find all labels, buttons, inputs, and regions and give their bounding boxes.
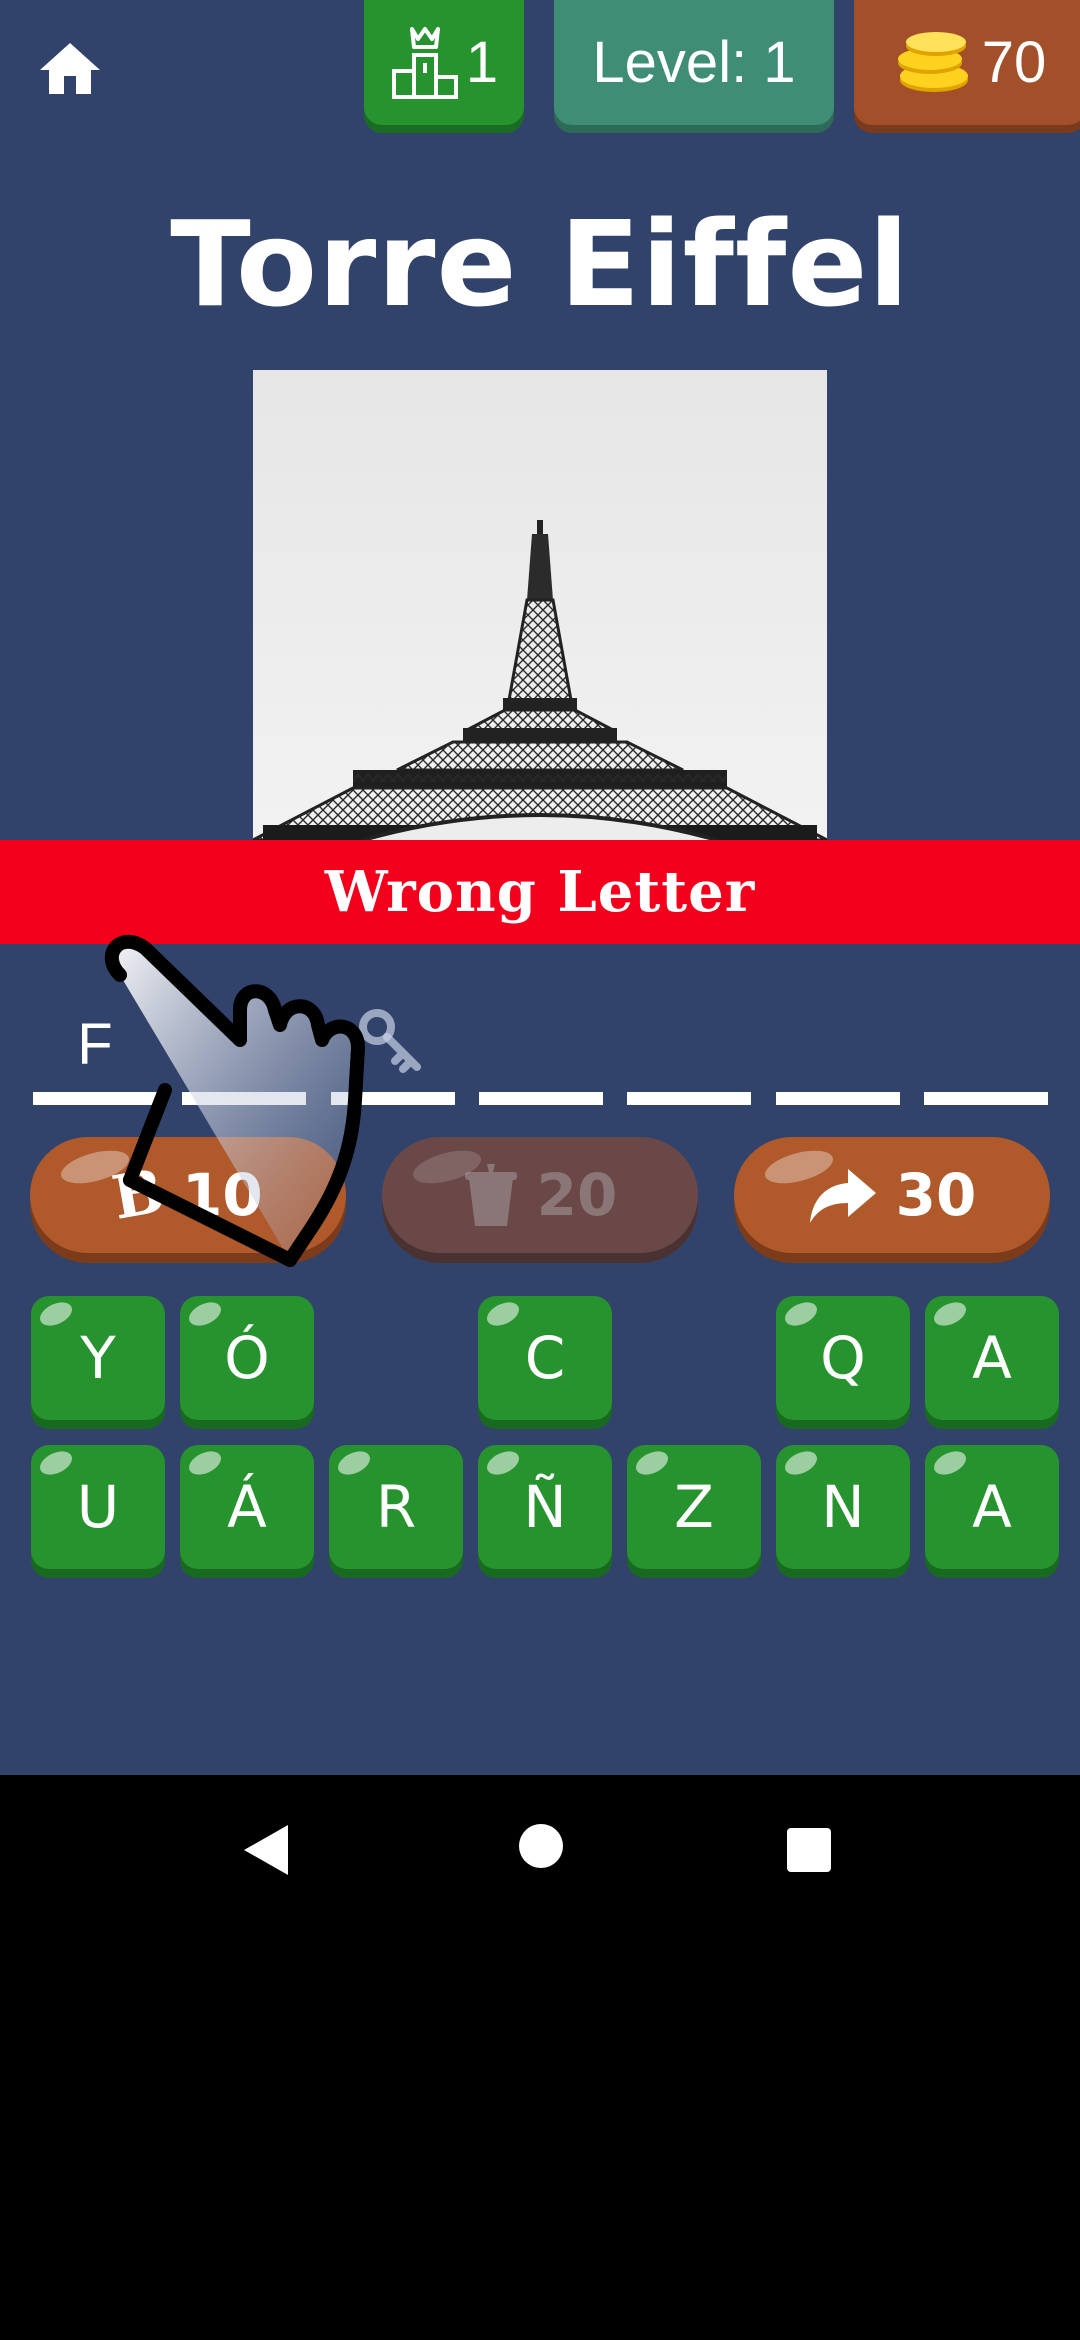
leaderboard-button[interactable]: 1 <box>364 0 524 125</box>
puzzle-title: Torre Eiffel <box>170 195 910 333</box>
letter-key-label: Y <box>80 1324 116 1392</box>
answer-slot[interactable] <box>182 985 306 1105</box>
letter-key-label: A <box>972 1473 1012 1541</box>
wrong-letter-banner: Wrong Letter <box>0 840 1080 944</box>
letter-key-label: Ñ <box>523 1473 567 1541</box>
remove-cost: 20 <box>536 1161 618 1229</box>
skip-cost: 30 <box>895 1161 977 1229</box>
game-screen: 1 Level: 1 70 Torre Eiffel Wrong Letter … <box>0 0 1080 1775</box>
home-icon <box>40 43 100 94</box>
key-hint-icon <box>359 1009 421 1073</box>
home-nav-icon[interactable] <box>518 1823 564 1869</box>
eiffel-tower-image <box>253 370 827 840</box>
letter-key[interactable]: C <box>478 1296 612 1420</box>
answer-slot[interactable] <box>924 985 1048 1105</box>
navigation-bar <box>0 1775 1080 1920</box>
skip-powerup-button[interactable]: 30 <box>734 1137 1050 1253</box>
letter-key-label: Q <box>820 1324 866 1392</box>
coins-value: 70 <box>981 30 1047 95</box>
answer-slot[interactable] <box>776 985 900 1105</box>
letter-key-label: C <box>524 1324 566 1392</box>
letter-key-label: R <box>375 1473 417 1541</box>
bomb-powerup-button[interactable]: B 10 <box>30 1137 346 1253</box>
home-button[interactable] <box>34 34 106 106</box>
rank-value: 1 <box>465 30 499 95</box>
letter-key-label: U <box>76 1473 120 1541</box>
coins-icon <box>897 31 968 92</box>
letter-key[interactable]: Á <box>180 1445 314 1569</box>
level-label: Level: 1 <box>592 30 796 95</box>
letter-key[interactable]: R <box>329 1445 463 1569</box>
letter-key[interactable]: Ñ <box>478 1445 612 1569</box>
letter-key[interactable]: Ó <box>180 1296 314 1420</box>
letter-key-label: Ó <box>224 1324 270 1392</box>
letter-key[interactable]: Z <box>627 1445 761 1569</box>
letter-key[interactable]: A <box>925 1296 1059 1420</box>
bomb-icon: B <box>107 1156 170 1234</box>
letter-key[interactable]: N <box>776 1445 910 1569</box>
bomb-cost: 10 <box>182 1161 263 1229</box>
coins-button[interactable]: 70 <box>854 0 1080 125</box>
remove-letters-powerup-button[interactable]: 20 <box>382 1137 698 1253</box>
letter-key[interactable]: Q <box>776 1296 910 1420</box>
answer-slot[interactable]: F <box>33 985 157 1105</box>
letter-key-label: Z <box>674 1473 714 1541</box>
podium-crown-icon <box>391 26 458 99</box>
puzzle-image <box>253 370 827 840</box>
answer-slot[interactable] <box>479 985 603 1105</box>
back-icon[interactable] <box>242 1823 292 1877</box>
letter-key-label: N <box>821 1473 865 1541</box>
letter-key[interactable]: Y <box>31 1296 165 1420</box>
answer-slot[interactable] <box>627 985 751 1105</box>
recents-icon[interactable] <box>786 1827 832 1873</box>
letter-key[interactable]: A <box>925 1445 1059 1569</box>
letter-key[interactable]: U <box>31 1445 165 1569</box>
letter-key-label: A <box>972 1324 1012 1392</box>
letter-key-label: Á <box>227 1473 267 1541</box>
level-indicator: Level: 1 <box>554 0 834 125</box>
